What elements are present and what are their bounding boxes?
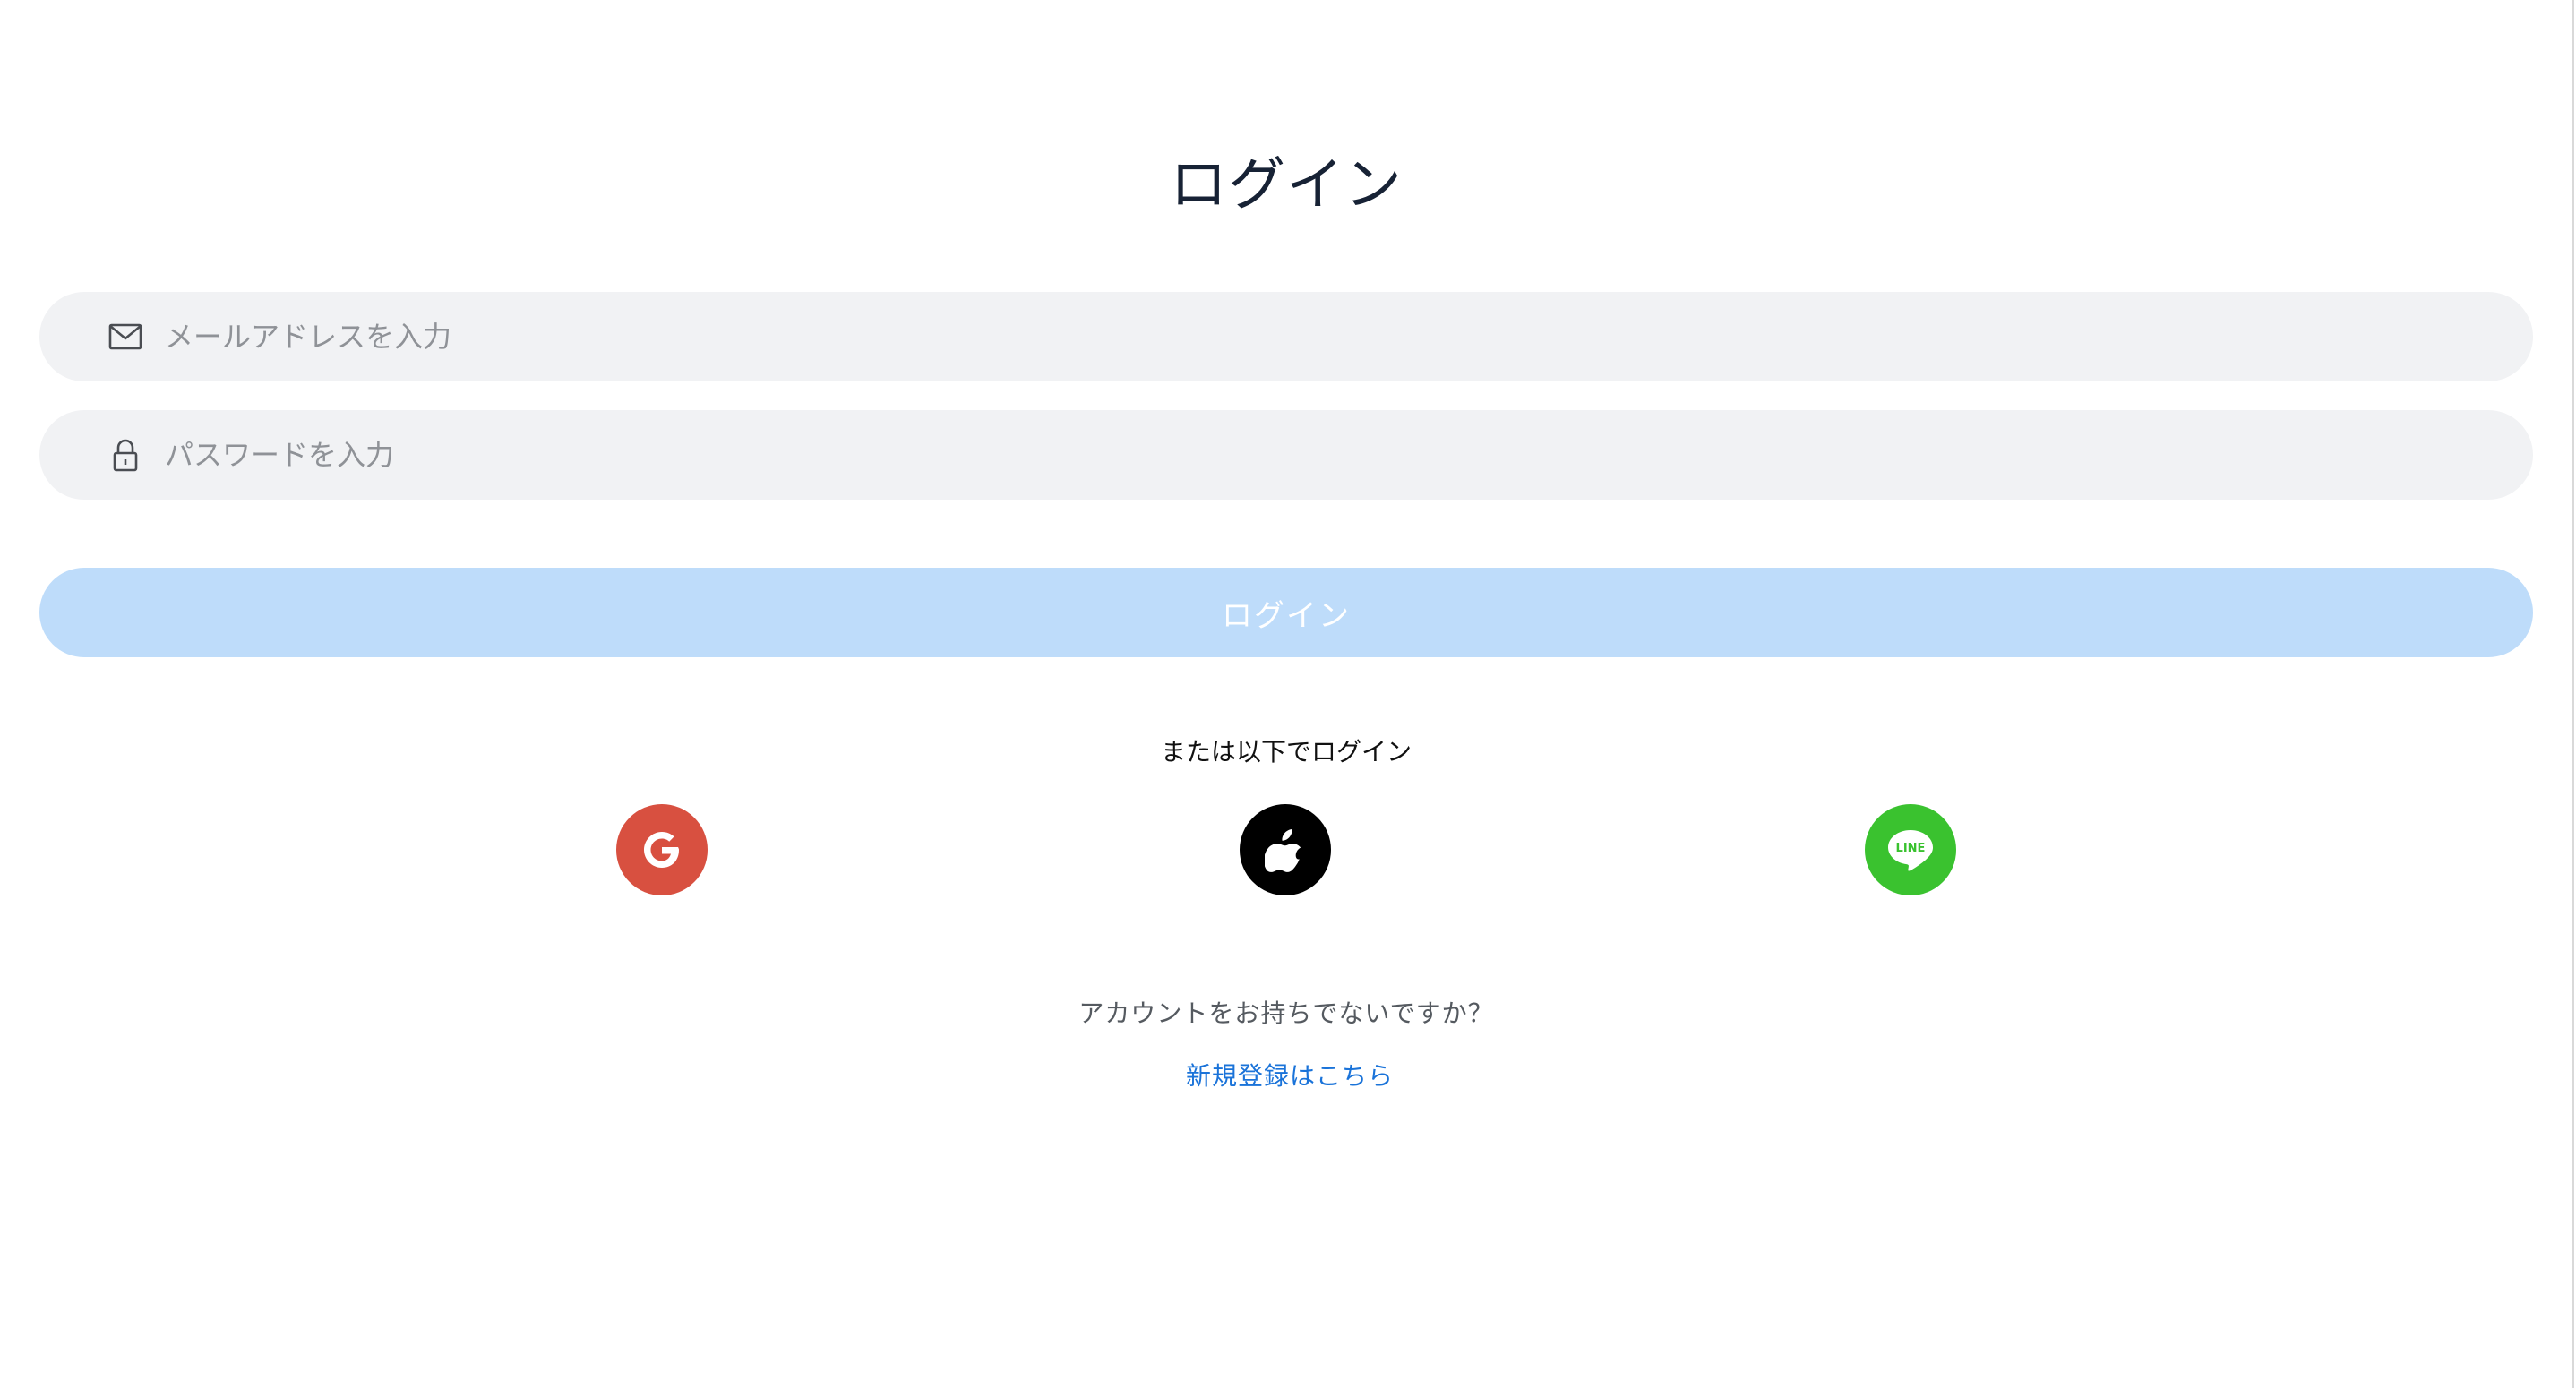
social-login-divider-text: または以下でログイン (1160, 737, 1412, 767)
apple-login-button[interactable] (1240, 804, 1331, 895)
google-login-button[interactable] (616, 804, 708, 895)
email-field-container[interactable] (39, 292, 2533, 381)
line-icon: LINE (1888, 830, 1933, 871)
window-edge-divider (2572, 0, 2574, 1388)
signup-question-text: アカウントをお持ちでないですか？ (1078, 998, 1494, 1028)
lock-icon (107, 437, 143, 473)
line-icon-text: LINE (1896, 842, 1926, 855)
mail-icon (107, 319, 143, 355)
password-field-container[interactable] (39, 410, 2533, 500)
google-icon (644, 832, 679, 868)
line-login-button[interactable]: LINE (1865, 804, 1956, 895)
password-field[interactable] (165, 410, 2476, 500)
page-title: ログイン (1170, 151, 1403, 218)
signup-link[interactable]: 新規登録はこちら (0, 1057, 2576, 1096)
apple-icon (1265, 829, 1301, 872)
login-page: ログイン ログイン または以下でログイン (0, 0, 2576, 1388)
email-field[interactable] (165, 292, 2476, 381)
login-button[interactable]: ログイン (39, 568, 2533, 657)
